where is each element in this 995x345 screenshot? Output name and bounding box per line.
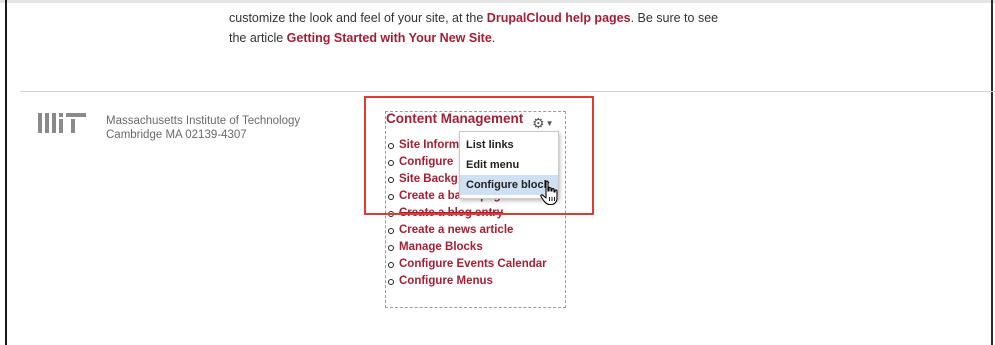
intro-text: the article: [229, 31, 287, 45]
getting-started-link[interactable]: Getting Started with Your New Site: [287, 31, 492, 45]
list-item[interactable]: Create a news article: [387, 222, 547, 239]
highlight-annotation-box: [364, 96, 594, 215]
list-item[interactable]: Configure Menus: [387, 273, 547, 290]
intro-text: . Be sure to see: [630, 11, 719, 25]
window-left-edge: [5, 0, 7, 345]
list-item[interactable]: Configure Events Calendar: [387, 256, 547, 273]
intro-text: .: [491, 31, 496, 45]
drupalcloud-help-link[interactable]: DrupalCloud help pages: [487, 11, 631, 25]
window-right-edge: [991, 0, 993, 345]
footer-divider: [20, 91, 995, 92]
address-line-1: Massachusetts Institute of Technology: [106, 115, 301, 127]
footer-address: Massachusetts Institute of Technology Ca…: [106, 114, 300, 142]
list-item[interactable]: Manage Blocks: [387, 239, 547, 256]
address-line-2: Cambridge MA 02139-4307: [106, 129, 247, 141]
intro-text: customize the look and feel of your site…: [229, 11, 487, 25]
mit-logo-icon: [38, 113, 86, 133]
intro-paragraph: customize the look and feel of your site…: [229, 8, 829, 48]
window-top-edge: [0, 0, 995, 3]
